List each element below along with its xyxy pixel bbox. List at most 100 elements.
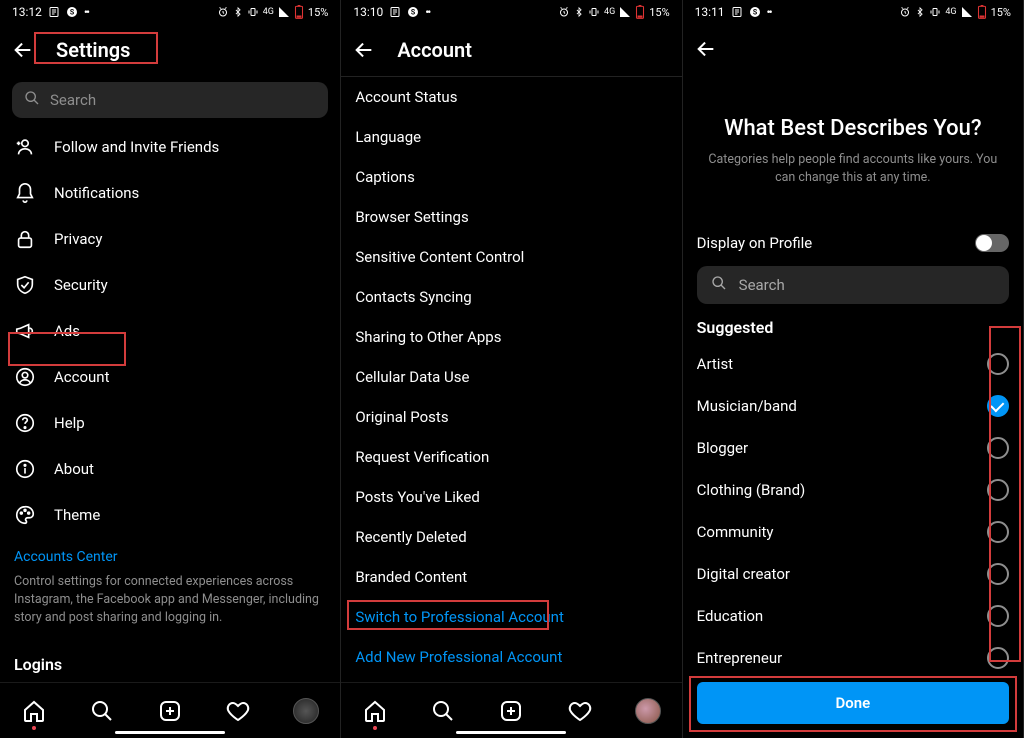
category-label: Artist bbox=[697, 355, 733, 373]
category-option[interactable]: Digital creator bbox=[697, 553, 1009, 595]
clock: 13:11 bbox=[695, 5, 725, 19]
battery-percent: 15% bbox=[308, 6, 328, 19]
header: Account bbox=[341, 24, 681, 77]
nav-activity-icon[interactable] bbox=[567, 698, 593, 724]
account-item[interactable]: Posts You've Liked bbox=[341, 477, 681, 517]
settings-item-follow[interactable]: Follow and Invite Friends bbox=[0, 124, 340, 170]
battery-icon bbox=[294, 5, 304, 19]
skype-icon: S bbox=[66, 6, 78, 18]
header: Settings bbox=[0, 24, 340, 76]
vibrate-icon bbox=[247, 6, 259, 18]
settings-item-label: Theme bbox=[54, 506, 100, 524]
nav-profile-icon[interactable] bbox=[635, 698, 661, 724]
suggested-header: Suggested bbox=[697, 318, 1009, 337]
switch-professional-link[interactable]: Switch to Professional Account bbox=[341, 597, 681, 637]
radio-icon[interactable] bbox=[987, 605, 1009, 627]
alarm-icon bbox=[899, 6, 911, 18]
bluetooth-icon bbox=[233, 6, 243, 18]
settings-item-help[interactable]: Help bbox=[0, 400, 340, 446]
back-icon[interactable] bbox=[353, 39, 375, 61]
account-item[interactable]: Cellular Data Use bbox=[341, 357, 681, 397]
header bbox=[683, 24, 1023, 60]
signal-icon bbox=[961, 6, 973, 18]
category-label: Blogger bbox=[697, 439, 748, 457]
category-option[interactable]: Blogger bbox=[697, 427, 1009, 469]
settings-item-about[interactable]: About bbox=[0, 446, 340, 492]
status-bar: 13:10 S •• 4G 15% bbox=[341, 0, 681, 24]
account-item[interactable]: Sensitive Content Control bbox=[341, 237, 681, 277]
vibrate-icon bbox=[929, 6, 941, 18]
done-button[interactable]: Done bbox=[697, 682, 1009, 724]
bottom-nav bbox=[341, 682, 681, 738]
more-icon: •• bbox=[767, 5, 771, 19]
more-icon: •• bbox=[84, 5, 88, 19]
settings-screen: 13:12 S •• 4G 15% Settings Search Follow… bbox=[0, 0, 341, 738]
settings-item-account[interactable]: Account bbox=[0, 354, 340, 400]
category-option[interactable]: Entrepreneur bbox=[697, 637, 1009, 672]
category-subtitle: Categories help people find accounts lik… bbox=[697, 151, 1009, 186]
settings-item-theme[interactable]: Theme bbox=[0, 492, 340, 538]
bell-icon bbox=[14, 182, 36, 204]
back-icon[interactable] bbox=[695, 38, 717, 60]
nav-activity-icon[interactable] bbox=[225, 698, 251, 724]
radio-icon[interactable] bbox=[987, 437, 1009, 459]
settings-item-ads[interactable]: Ads bbox=[0, 308, 340, 354]
account-item[interactable]: Browser Settings bbox=[341, 197, 681, 237]
settings-item-label: Follow and Invite Friends bbox=[54, 138, 219, 156]
search-input[interactable]: Search bbox=[12, 82, 328, 118]
account-item[interactable]: Account Status bbox=[341, 77, 681, 117]
category-option[interactable]: Artist bbox=[697, 343, 1009, 385]
nav-search-icon[interactable] bbox=[89, 698, 115, 724]
settings-list: Follow and Invite Friends Notifications … bbox=[0, 124, 340, 543]
nav-profile-icon[interactable] bbox=[293, 698, 319, 724]
account-item[interactable]: Sharing to Other Apps bbox=[341, 317, 681, 357]
account-item[interactable]: Captions bbox=[341, 157, 681, 197]
account-item[interactable]: Request Verification bbox=[341, 437, 681, 477]
signal-icon bbox=[619, 6, 631, 18]
account-item[interactable]: Contacts Syncing bbox=[341, 277, 681, 317]
nav-home-icon[interactable] bbox=[21, 698, 47, 724]
settings-item-privacy[interactable]: Privacy bbox=[0, 216, 340, 262]
user-plus-icon bbox=[14, 136, 36, 158]
account-item[interactable]: Language bbox=[341, 117, 681, 157]
nav-create-icon[interactable] bbox=[498, 698, 524, 724]
add-professional-link[interactable]: Add New Professional Account bbox=[341, 637, 681, 677]
account-item[interactable]: Original Posts bbox=[341, 397, 681, 437]
shield-icon bbox=[14, 274, 36, 296]
palette-icon bbox=[14, 504, 36, 526]
category-option[interactable]: Musician/band bbox=[697, 385, 1009, 427]
radio-icon[interactable] bbox=[987, 563, 1009, 585]
category-search[interactable]: Search bbox=[697, 266, 1009, 304]
clock: 13:10 bbox=[353, 5, 383, 19]
account-list: Account Status Language Captions Browser… bbox=[341, 77, 681, 682]
nav-create-icon[interactable] bbox=[157, 698, 183, 724]
radio-icon[interactable] bbox=[987, 647, 1009, 669]
category-list: Artist Musician/band Blogger Clothing (B… bbox=[697, 343, 1009, 672]
display-toggle[interactable] bbox=[975, 234, 1009, 252]
settings-item-security[interactable]: Security bbox=[0, 262, 340, 308]
accounts-center-block[interactable]: Accounts Center Control settings for con… bbox=[0, 543, 340, 633]
radio-icon[interactable] bbox=[987, 353, 1009, 375]
category-option[interactable]: Community bbox=[697, 511, 1009, 553]
back-icon[interactable] bbox=[12, 39, 34, 61]
lock-icon bbox=[14, 228, 36, 250]
category-option[interactable]: Clothing (Brand) bbox=[697, 469, 1009, 511]
account-item[interactable]: Recently Deleted bbox=[341, 517, 681, 557]
category-label: Education bbox=[697, 607, 764, 625]
search-placeholder: Search bbox=[50, 91, 96, 109]
account-item[interactable]: Branded Content bbox=[341, 557, 681, 597]
page-title: Settings bbox=[56, 38, 130, 62]
search-icon bbox=[711, 275, 727, 295]
network-label: 4G bbox=[263, 7, 274, 17]
category-label: Community bbox=[697, 523, 774, 541]
radio-icon[interactable] bbox=[987, 395, 1009, 417]
radio-icon[interactable] bbox=[987, 521, 1009, 543]
radio-icon[interactable] bbox=[987, 479, 1009, 501]
nav-search-icon[interactable] bbox=[430, 698, 456, 724]
settings-item-notifications[interactable]: Notifications bbox=[0, 170, 340, 216]
category-option[interactable]: Education bbox=[697, 595, 1009, 637]
logins-header: Logins bbox=[0, 633, 340, 682]
bluetooth-icon bbox=[574, 6, 584, 18]
nav-home-icon[interactable] bbox=[362, 698, 388, 724]
settings-item-label: About bbox=[54, 460, 94, 478]
